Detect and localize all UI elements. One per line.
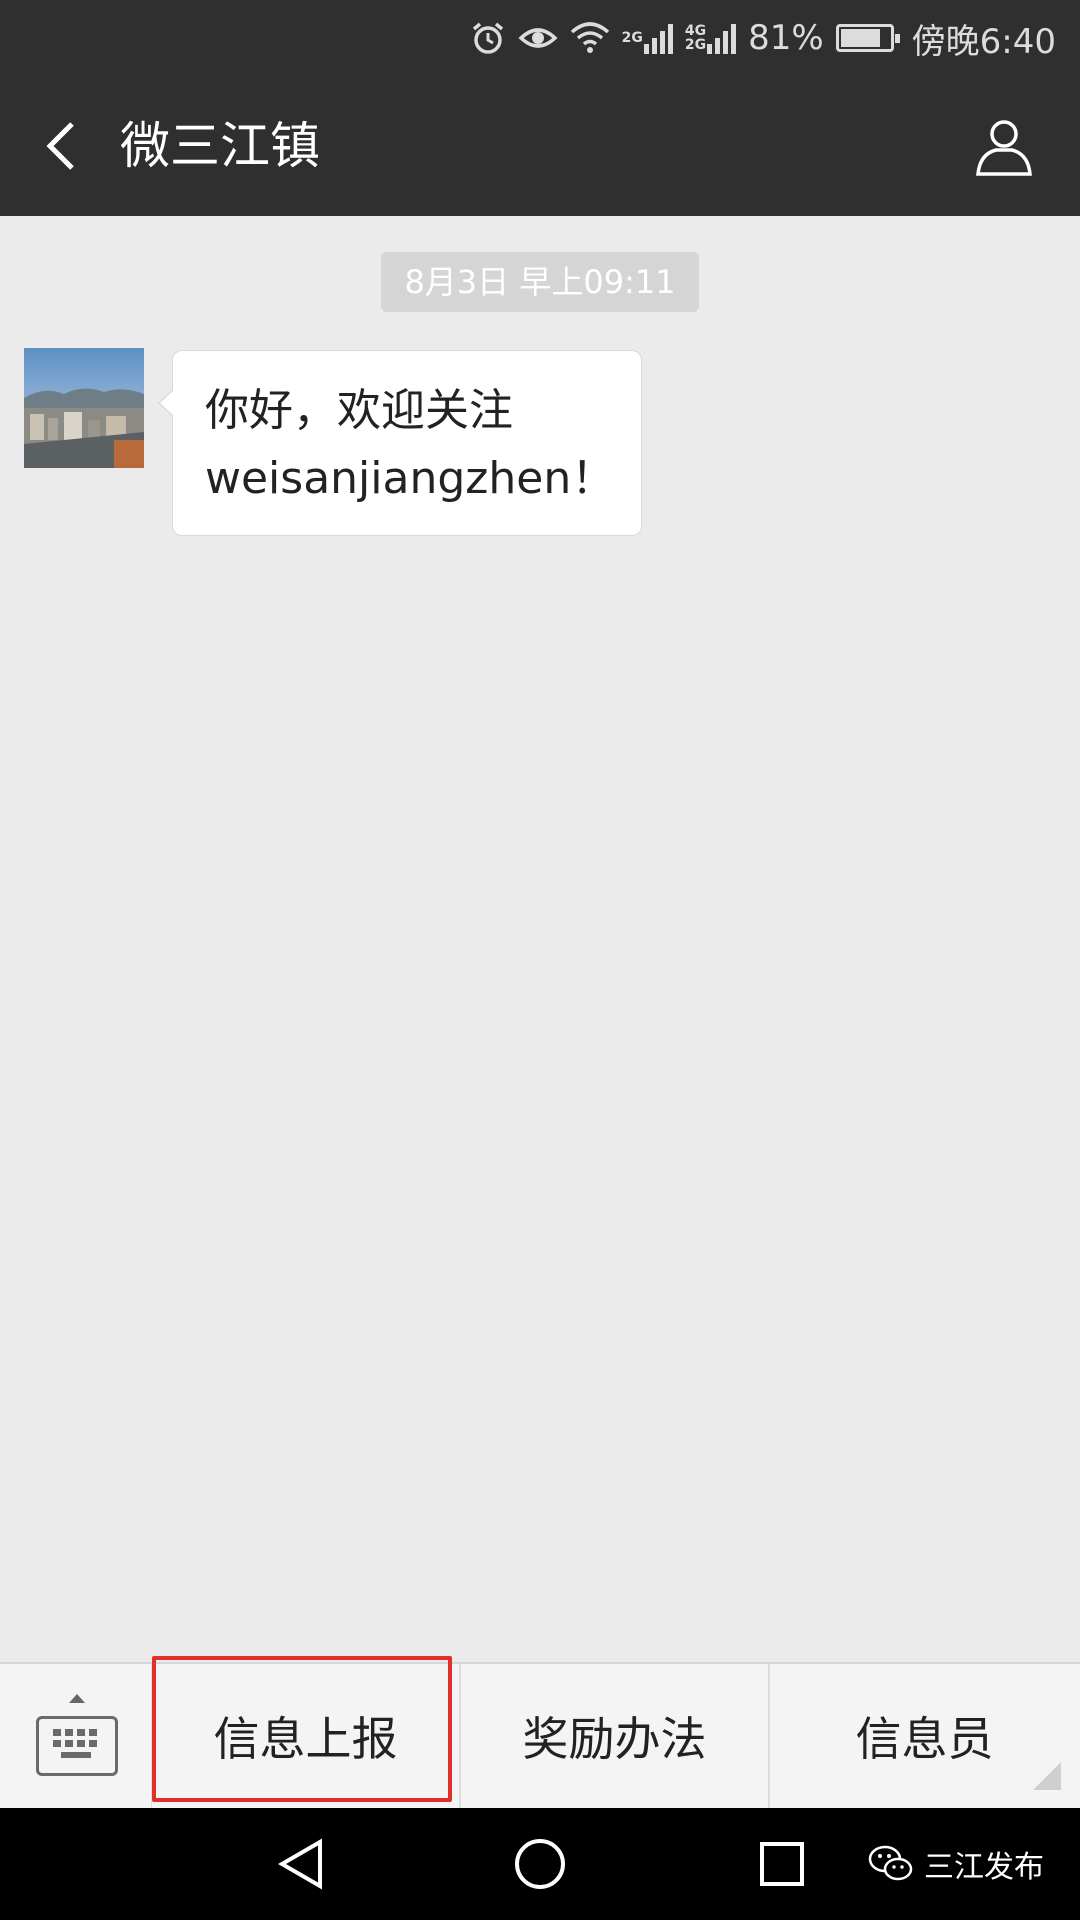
square-recents-icon xyxy=(760,1842,804,1886)
menu-item-reward-rules[interactable]: 奖励办法 xyxy=(461,1664,770,1808)
alarm-icon xyxy=(470,16,506,60)
submenu-corner-icon xyxy=(1033,1762,1061,1790)
chat-area[interactable]: 8月3日 早上09:11 你好，欢迎关注 weisanjiangzhen！ xyxy=(0,216,1080,1662)
page-title: 微三江镇 xyxy=(120,117,320,175)
battery-level xyxy=(840,29,880,47)
back-arrow-icon xyxy=(46,122,74,170)
system-nav-bar: 三江发布 xyxy=(0,1808,1080,1920)
keyboard-icon xyxy=(36,1716,118,1776)
custom-menu-bar: 信息上报 奖励办法 信息员 xyxy=(0,1662,1080,1808)
wifi-icon xyxy=(570,16,610,60)
triangle-back-icon xyxy=(278,1838,322,1890)
menu-item-informant[interactable]: 信息员 xyxy=(770,1664,1079,1808)
keyboard-toggle-button[interactable] xyxy=(0,1664,152,1808)
network-type-label: 2G xyxy=(684,37,707,53)
network-type-label: 2G xyxy=(621,30,643,46)
person-icon xyxy=(976,120,1032,176)
profile-button[interactable] xyxy=(968,110,1040,182)
nav-back-button[interactable] xyxy=(272,1834,332,1894)
menu-item-label: 信息员 xyxy=(855,1712,994,1766)
message-text-line: 你好，欢迎关注 xyxy=(205,385,513,436)
title-bar: 微三江镇 xyxy=(0,76,1080,216)
town-scenery-photo xyxy=(24,348,144,468)
watermark: 三江发布 xyxy=(868,1842,1044,1886)
wechat-icon xyxy=(868,1845,913,1881)
signal-2g-icon: 2G xyxy=(622,16,673,60)
battery-percent: 81% xyxy=(748,18,824,58)
status-bar: 2G 4G 2G 81% 傍晚6:40 xyxy=(0,0,1080,76)
watermark-text: 三江发布 xyxy=(924,1850,1044,1885)
nav-home-button[interactable] xyxy=(510,1834,570,1894)
battery-icon xyxy=(835,24,900,52)
message-timestamp: 8月3日 早上09:11 xyxy=(381,252,699,312)
caret-up-icon xyxy=(69,1694,85,1703)
avatar[interactable] xyxy=(24,348,144,468)
circle-home-icon xyxy=(515,1839,565,1889)
back-button[interactable] xyxy=(28,110,100,182)
clock: 傍晚6:40 xyxy=(911,21,1056,62)
message-text-line: weisanjiangzhen！ xyxy=(205,453,616,504)
nav-recents-button[interactable] xyxy=(752,1834,812,1894)
status-icons: 2G 4G 2G 81% 傍晚6:40 xyxy=(470,14,1056,62)
signal-4g-icon: 4G 2G xyxy=(684,16,737,60)
menu-item-info-report[interactable]: 信息上报 xyxy=(152,1664,461,1808)
message-bubble[interactable]: 你好，欢迎关注 weisanjiangzhen！ xyxy=(158,350,642,536)
eye-icon xyxy=(518,16,558,60)
network-type-label: 4G xyxy=(684,23,707,39)
